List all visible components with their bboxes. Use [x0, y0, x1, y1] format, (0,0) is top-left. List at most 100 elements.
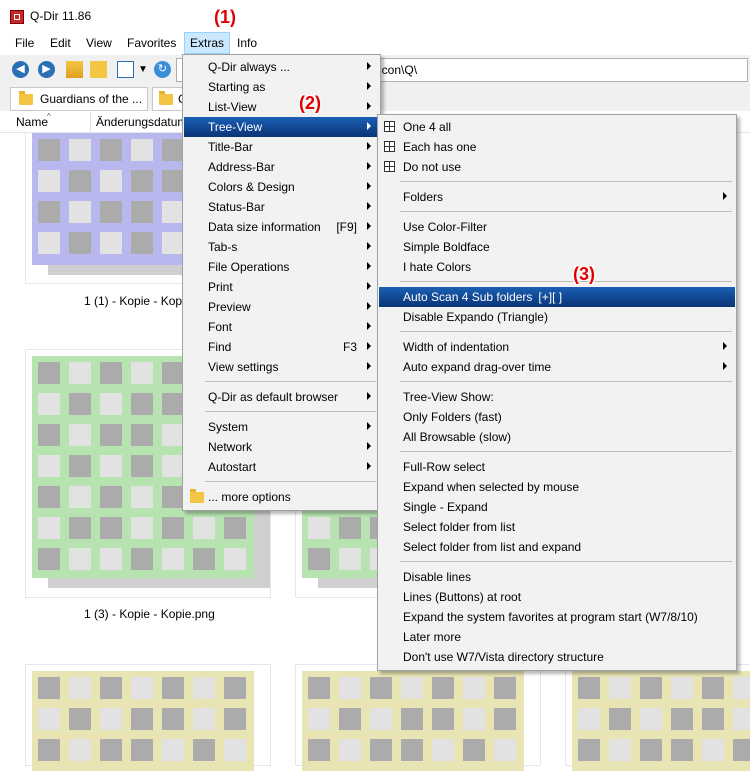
file-thumbnail[interactable]	[566, 665, 750, 771]
menu-item-label: Starting as	[208, 80, 266, 94]
menu-item-label: I hate Colors	[403, 260, 472, 274]
menu-item-address-bar[interactable]: Address-Bar	[184, 157, 379, 177]
menu-bar: File Edit View Favorites Extras Info	[0, 32, 750, 54]
menu-item-system[interactable]: System	[184, 417, 379, 437]
menu-favorites[interactable]: Favorites	[127, 36, 176, 50]
new-folder-icon[interactable]	[90, 61, 107, 78]
menu-item-file-operations[interactable]: File Operations	[184, 257, 379, 277]
menu-item-label: Each has one	[403, 140, 477, 154]
tree-item-later-more[interactable]: Later more	[379, 627, 735, 647]
menu-item-preview[interactable]: Preview	[184, 297, 379, 317]
tree-item-width-of-indentation[interactable]: Width of indentation	[379, 337, 735, 357]
menu-item-tab-s[interactable]: Tab-s	[184, 237, 379, 257]
thumb-plate	[572, 671, 750, 771]
forward-icon[interactable]: ▶	[38, 61, 55, 78]
file-thumbnail[interactable]	[296, 665, 540, 771]
menu-item-label: All Browsable (slow)	[403, 430, 512, 444]
menu-shortcut: F3	[342, 340, 357, 354]
menu-item-label: Do not use	[403, 160, 462, 174]
menu-item-network[interactable]: Network	[184, 437, 379, 457]
tree-item-only-folders-fast[interactable]: Only Folders (fast)	[379, 407, 735, 427]
menu-item-label: Expand the system favorites at program s…	[403, 610, 698, 624]
menu-item-colors-design[interactable]: Colors & Design	[184, 177, 379, 197]
file-thumbnail[interactable]	[26, 665, 270, 771]
tree-item-disable-lines[interactable]: Disable lines	[379, 567, 735, 587]
menu-item-autostart[interactable]: Autostart	[184, 457, 379, 477]
menu-item-find[interactable]: Find F3	[184, 337, 379, 357]
tree-item-auto-expand-drag-over-time[interactable]: Auto expand drag-over time	[379, 357, 735, 377]
tree-item-disable-expando-triangle[interactable]: Disable Expando (Triangle)	[379, 307, 735, 327]
submenu-arrow-icon	[367, 242, 371, 250]
submenu-arrow-icon	[367, 342, 371, 350]
tree-item-one-4-all[interactable]: One 4 all	[379, 117, 735, 137]
menu-view[interactable]: View	[86, 36, 112, 50]
tree-item-all-browsable-slow[interactable]: All Browsable (slow)	[379, 427, 735, 447]
back-icon[interactable]: ◀	[12, 61, 29, 78]
grid-icon	[384, 121, 395, 132]
file-caption[interactable]: 1 (3) - Kopie - Kopie.png	[84, 607, 215, 621]
tree-item-select-folder-from-list-and-expand[interactable]: Select folder from list and expand	[379, 537, 735, 557]
menu-item-more-options[interactable]: ... more options	[184, 487, 379, 507]
tab-guardians[interactable]: Guardians of the ...	[10, 87, 148, 111]
tree-item-do-not-use[interactable]: Do not use	[379, 157, 735, 177]
folder-icon	[159, 91, 173, 105]
menu-separator	[400, 331, 732, 332]
menu-edit[interactable]: Edit	[50, 36, 71, 50]
tree-item-single-expand[interactable]: Single - Expand	[379, 497, 735, 517]
menu-item-starting-as[interactable]: Starting as	[184, 77, 379, 97]
tree-item-expand-the-system-favorites-at-program-start-w7-8-10[interactable]: Expand the system favorites at program s…	[379, 607, 735, 627]
column-name[interactable]: Name	[16, 115, 48, 129]
title-bar: Q-Dir 11.86	[0, 0, 750, 32]
tree-item-full-row-select[interactable]: Full-Row select	[379, 457, 735, 477]
tree-item-expand-when-selected-by-mouse[interactable]: Expand when selected by mouse	[379, 477, 735, 497]
menu-info[interactable]: Info	[237, 36, 257, 50]
menu-file[interactable]: File	[15, 36, 34, 50]
refresh-icon[interactable]: ↻	[154, 61, 171, 78]
menu-item-tree-view[interactable]: Tree-View	[184, 117, 379, 137]
submenu-arrow-icon	[367, 102, 371, 110]
tree-item-folders[interactable]: Folders	[379, 187, 735, 207]
thumb-plate	[32, 671, 254, 771]
submenu-arrow-icon	[367, 362, 371, 370]
tree-item-lines-buttons-at-root[interactable]: Lines (Buttons) at root	[379, 587, 735, 607]
menu-item-label: Font	[208, 320, 233, 334]
column-divider[interactable]	[90, 112, 91, 132]
tree-item-auto-scan-4-sub-folders[interactable]: Auto Scan 4 Sub folders [+][ ]	[379, 287, 735, 307]
menu-item-list-view[interactable]: List-View	[184, 97, 379, 117]
tree-item-select-folder-from-list[interactable]: Select folder from list	[379, 517, 735, 537]
tree-item-use-color-filter[interactable]: Use Color-Filter	[379, 217, 735, 237]
menu-separator	[400, 281, 732, 282]
app-icon[interactable]	[10, 10, 24, 24]
menu-item-view-settings[interactable]: View settings	[184, 357, 379, 377]
column-date[interactable]: Änderungsdatum	[96, 115, 187, 129]
menu-item-font[interactable]: Font	[184, 317, 379, 337]
tree-item-tree-view-show[interactable]: Tree-View Show:	[379, 387, 735, 407]
menu-separator	[400, 451, 732, 452]
menu-item-label: View settings	[208, 360, 279, 374]
menu-item-q-dir-always[interactable]: Q-Dir always ...	[184, 57, 379, 77]
tree-item-i-hate-colors[interactable]: I hate Colors	[379, 257, 735, 277]
submenu-arrow-icon	[367, 122, 371, 130]
menu-shortcut: [F9]	[336, 220, 357, 234]
menu-item-label: Use Color-Filter	[403, 220, 488, 234]
menu-item-title-bar[interactable]: Title-Bar	[184, 137, 379, 157]
menu-item-label: Full-Row select	[403, 460, 486, 474]
view-dropdown-icon[interactable]: ▼	[138, 61, 155, 78]
menu-item-label: Q-Dir as default browser	[208, 390, 339, 404]
view-mode-icon[interactable]	[117, 61, 134, 78]
menu-item-status-bar[interactable]: Status-Bar	[184, 197, 379, 217]
tree-item-each-has-one[interactable]: Each has one	[379, 137, 735, 157]
file-caption[interactable]: 1 (1) - Kopie - Kopie	[84, 294, 191, 308]
menu-item-label: List-View	[208, 100, 257, 114]
menu-item-data-size-information[interactable]: Data size information [F9]	[184, 217, 379, 237]
grid-icon	[384, 141, 395, 152]
menu-item-q-dir-as-default-browser[interactable]: Q-Dir as default browser	[184, 387, 379, 407]
menu-extras[interactable]: Extras	[184, 32, 231, 54]
menu-item-label: Folders	[403, 190, 444, 204]
tree-item-simple-boldface[interactable]: Simple Boldface	[379, 237, 735, 257]
menu-item-print[interactable]: Print	[184, 277, 379, 297]
menu-item-label: Autostart	[208, 460, 257, 474]
up-folder-icon[interactable]	[66, 61, 83, 78]
tree-item-don-t-use-w7-vista-directory-structure[interactable]: Don't use W7/Vista directory structure	[379, 647, 735, 667]
menu-item-label: Select folder from list	[403, 520, 516, 534]
